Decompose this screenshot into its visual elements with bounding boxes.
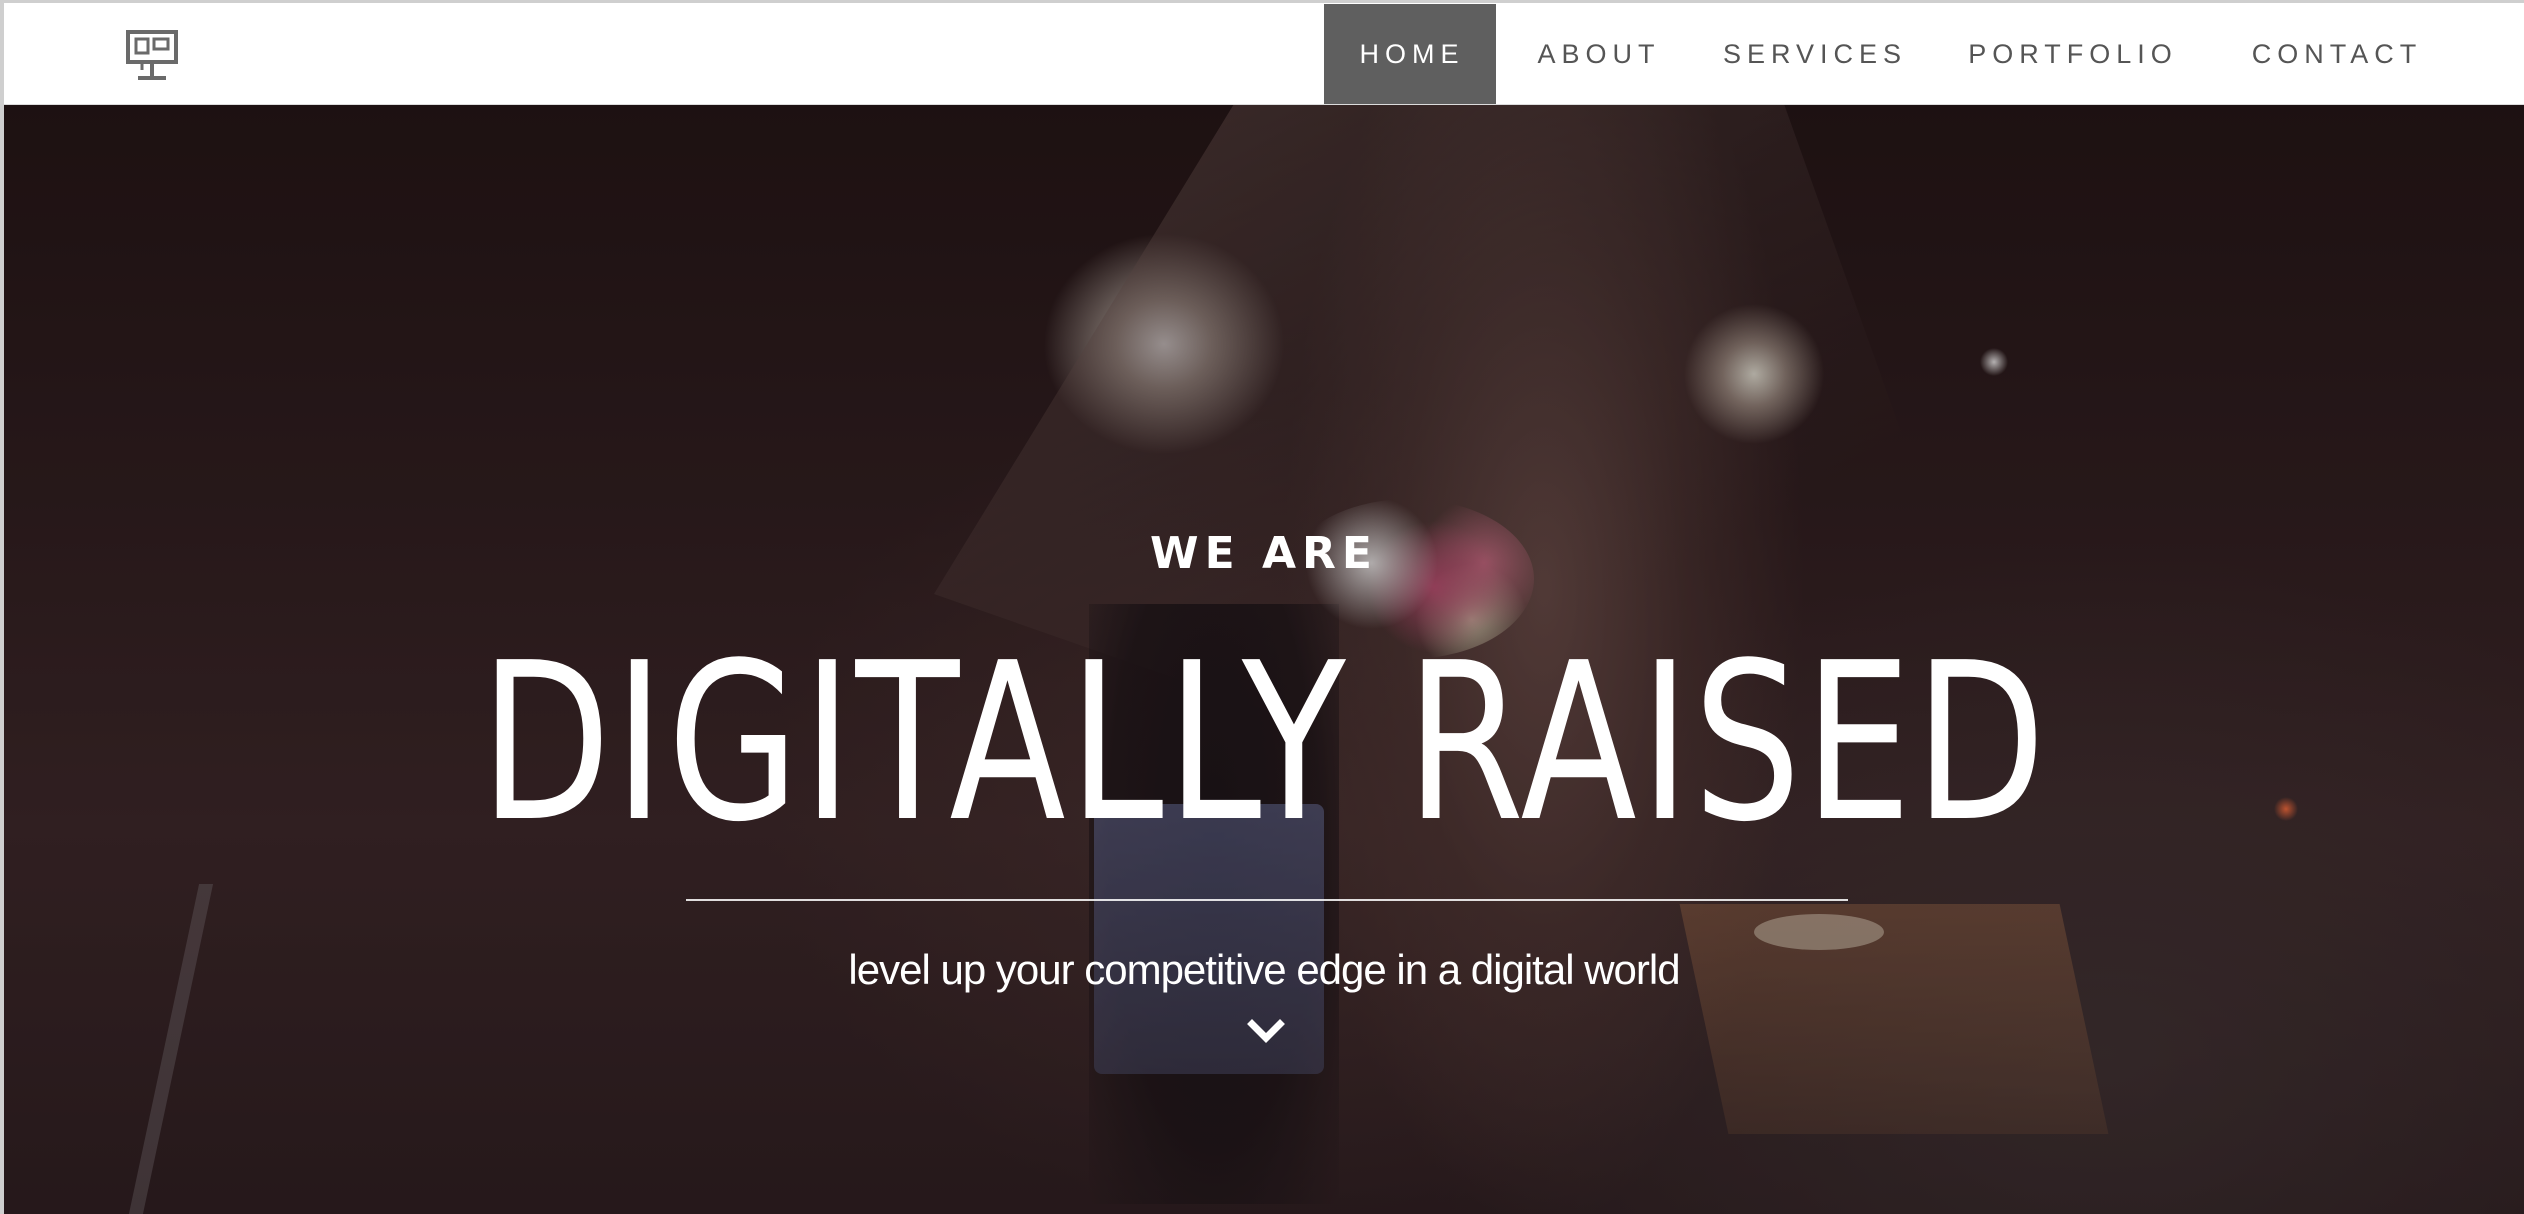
monitor-network-icon — [126, 30, 178, 80]
top-navbar: HOME ABOUT SERVICES PORTFOLIO CONTACT — [0, 0, 2524, 105]
nav-home[interactable]: HOME — [1324, 4, 1496, 104]
site-logo[interactable] — [126, 30, 180, 86]
hero-content: WE ARE DIGITALLY RAISED level up your co… — [4, 104, 2524, 1214]
scroll-down-button[interactable] — [1246, 1014, 1286, 1050]
hero-divider — [686, 899, 1848, 901]
window-top-edge — [0, 0, 2524, 3]
hero-eyebrow: WE ARE — [1150, 528, 1378, 579]
hero-tagline: level up your competitive edge in a digi… — [848, 946, 1680, 993]
hero-section: WE ARE DIGITALLY RAISED level up your co… — [4, 104, 2524, 1214]
nav-services[interactable]: SERVICES — [1694, 4, 1936, 104]
main-nav: HOME ABOUT SERVICES PORTFOLIO CONTACT — [1324, 4, 2448, 104]
hero-headline: DIGITALLY RAISED — [480, 617, 2049, 870]
nav-about[interactable]: ABOUT — [1496, 4, 1694, 104]
chevron-down-icon — [1247, 1019, 1285, 1043]
window-left-edge — [0, 0, 4, 1214]
nav-contact[interactable]: CONTACT — [2216, 4, 2448, 104]
nav-portfolio[interactable]: PORTFOLIO — [1936, 4, 2216, 104]
